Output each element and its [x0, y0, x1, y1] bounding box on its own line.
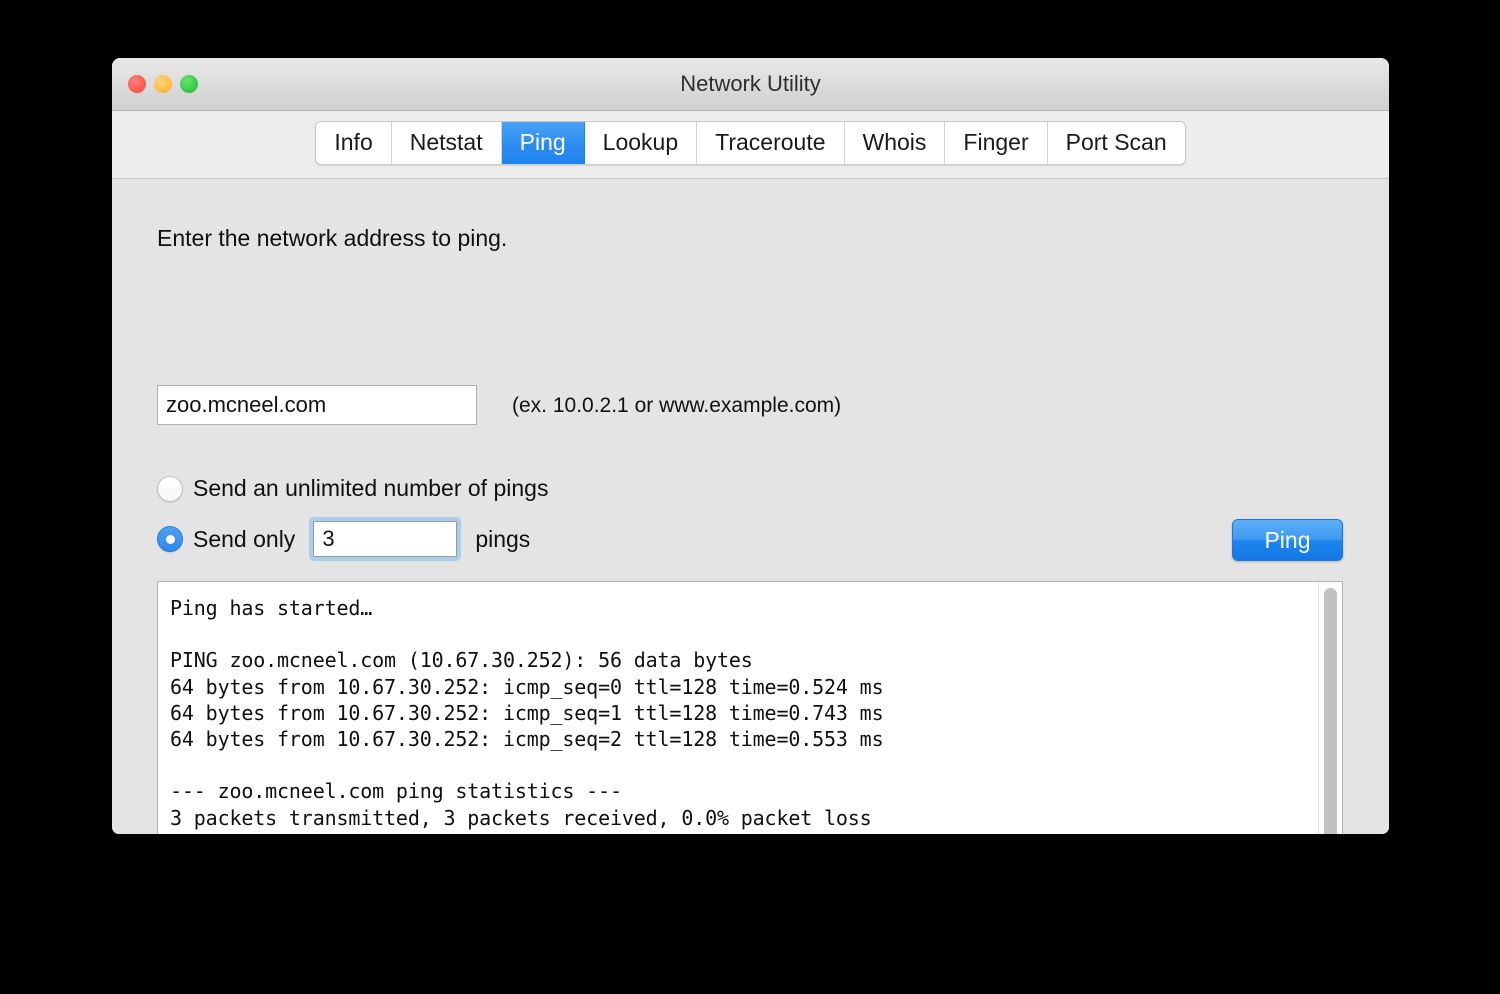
tab-list: Info Netstat Ping Lookup Traceroute Whoi… — [315, 120, 1186, 165]
tab-whois[interactable]: Whois — [844, 121, 946, 164]
network-address-input[interactable] — [157, 385, 477, 425]
window-titlebar: Network Utility — [112, 58, 1389, 111]
limited-pings-label: Send only — [193, 525, 296, 552]
address-example-hint: (ex. 10.0.2.1 or www.example.com) — [512, 394, 842, 417]
radio-unlimited-pings[interactable] — [157, 475, 183, 502]
tab-netstat[interactable]: Netstat — [391, 121, 502, 164]
tab-strip: Info Netstat Ping Lookup Traceroute Whoi… — [112, 111, 1389, 179]
ping-count-input[interactable] — [313, 521, 458, 557]
ping-button[interactable]: Ping — [1232, 519, 1343, 561]
ping-output-text: Ping has started… PING zoo.mcneel.com (1… — [170, 596, 884, 834]
tab-finger[interactable]: Finger — [945, 121, 1048, 164]
output-scrollbar[interactable] — [1318, 582, 1342, 834]
output-scrollbar-thumb[interactable] — [1324, 588, 1337, 834]
tab-ping[interactable]: Ping — [501, 121, 585, 164]
tab-lookup[interactable]: Lookup — [584, 121, 698, 164]
unlimited-pings-option[interactable]: Send an unlimited number of pings — [157, 475, 548, 502]
tab-info[interactable]: Info — [316, 121, 392, 164]
limited-pings-option[interactable]: Send only pings — [157, 517, 530, 561]
radio-limited-pings[interactable] — [157, 526, 183, 552]
ping-prompt-label: Enter the network address to ping. — [157, 225, 508, 251]
unlimited-pings-label: Send an unlimited number of pings — [193, 475, 549, 501]
network-utility-window: Network Utility Info Netstat Ping Lookup… — [112, 58, 1389, 834]
ping-output-pane: Ping has started… PING zoo.mcneel.com (1… — [157, 581, 1343, 834]
tab-port-scan[interactable]: Port Scan — [1047, 121, 1185, 164]
pings-suffix-label: pings — [475, 525, 531, 552]
window-title: Network Utility — [680, 71, 821, 96]
ping-panel: Enter the network address to ping. (ex. … — [112, 179, 1389, 834]
tab-traceroute[interactable]: Traceroute — [697, 121, 845, 164]
ping-count-focus-ring — [309, 517, 462, 561]
